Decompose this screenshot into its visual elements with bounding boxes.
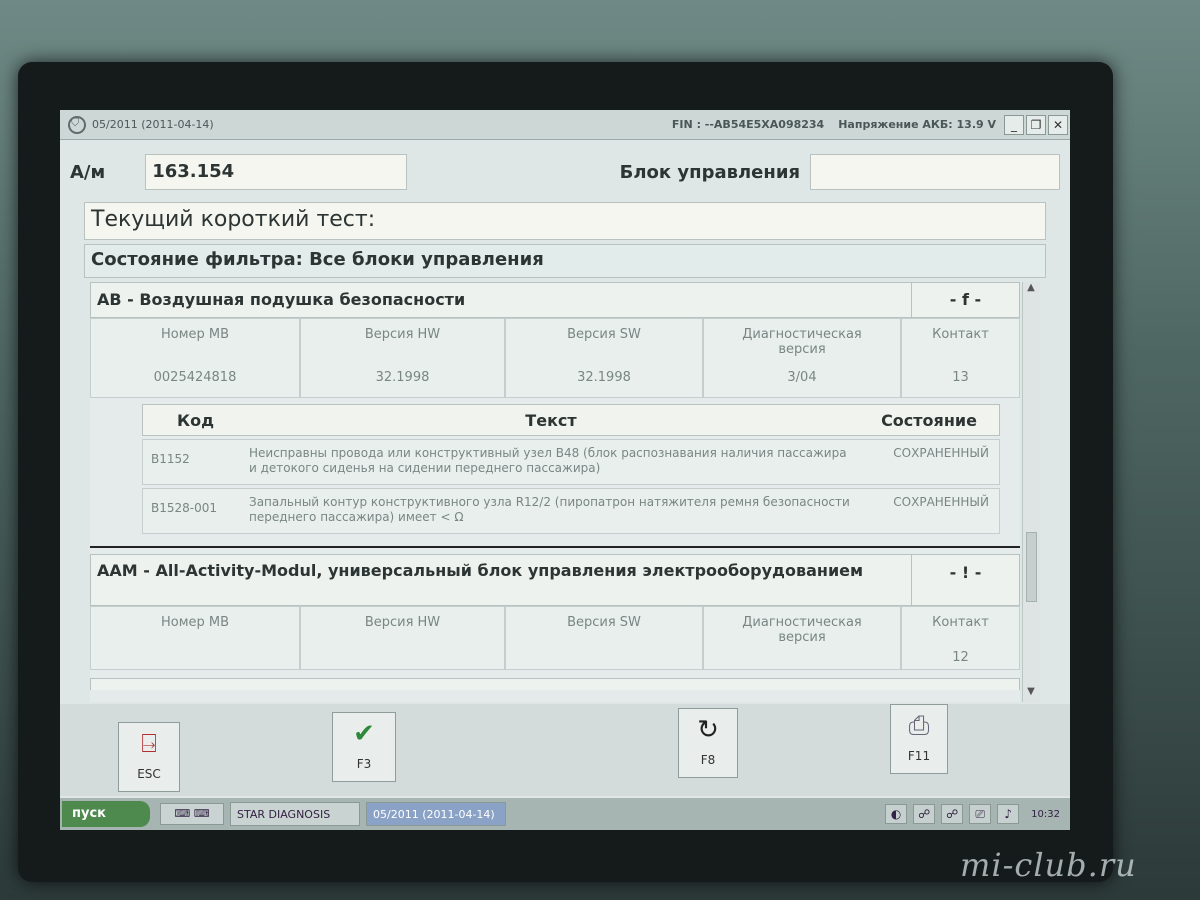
fault-code: B1152 (151, 452, 190, 466)
start-button[interactable]: пуск (62, 801, 150, 827)
info-header: Диагностическая версия (742, 615, 862, 645)
fault-state: СОХРАНЕННЫЙ (893, 446, 989, 460)
f3-button[interactable]: ✔ F3 (332, 712, 396, 782)
scroll-down-icon[interactable]: ▼ (1023, 686, 1039, 702)
fault-text: Запальный контур конструктивного узла R1… (249, 495, 850, 524)
unit-block-aam: AAM - All-Activity-Modul, универсальный … (90, 554, 1020, 690)
f3-label: F3 (356, 757, 372, 771)
f8-label: F8 (700, 753, 716, 767)
info-cell-sw-version: Версия SW 32.1998 (505, 318, 703, 398)
fin-label: FIN : --AB54E5XA098234 (671, 118, 825, 131)
info-value: 0025424818 (153, 370, 237, 385)
unit-name: AB - Воздушная подушка безопасности (97, 290, 466, 309)
fault-code-row[interactable]: B1152 Неисправны провода или конструктив… (142, 439, 1000, 485)
header-fields: А/м 163.154 Блок управления (70, 150, 1060, 194)
info-cell-mb-number: Номер MB (90, 606, 300, 670)
tray-app-icon[interactable]: ☍ (941, 804, 964, 824)
info-cell-diag-version: Диагностическая версия 3/04 (703, 318, 901, 398)
esc-button[interactable]: ⍈ ESC (118, 722, 180, 792)
next-unit-partial (90, 678, 1020, 690)
code-col-header: Код (177, 411, 214, 430)
watermark: mi-club.ru (960, 846, 1137, 884)
close-button[interactable]: ✕ (1048, 114, 1068, 135)
system-tray: ◐ ☍ ☍ ⎚ ♪ 10:32 (885, 804, 1060, 824)
printer-icon: ⎙ (908, 711, 930, 741)
f11-label: F11 (907, 749, 931, 763)
tray-app-icon[interactable]: ◐ (885, 804, 908, 824)
battery-voltage: Напряжение АКБ: 13.9 V (838, 118, 996, 131)
control-unit-field[interactable] (810, 154, 1060, 190)
info-value: 32.1998 (577, 370, 631, 385)
unit-header-aam[interactable]: AAM - All-Activity-Modul, универсальный … (90, 554, 1020, 606)
fault-text: Неисправны провода или конструктивный уз… (249, 446, 847, 475)
control-unit-list[interactable]: AB - Воздушная подушка безопасности - f … (90, 282, 1020, 702)
fault-code: B1528-001 (151, 501, 218, 515)
unit-header-ab[interactable]: AB - Воздушная подушка безопасности - f … (90, 282, 1020, 318)
vehicle-label: А/м (70, 161, 106, 183)
unit-name: AAM - All-Activity-Modul, универсальный … (97, 561, 864, 580)
info-cell-mb-number: Номер MB 0025424818 (90, 318, 300, 398)
info-cell-hw-version: Версия HW (300, 606, 505, 670)
scroll-thumb[interactable] (1026, 532, 1037, 602)
state-col-header: Состояние (881, 411, 977, 430)
info-value: 32.1998 (375, 370, 430, 385)
taskbar: пуск ⌨ ⌨ STAR DIAGNOSIS 05/2011 (2011-04… (60, 798, 1070, 830)
info-header: Версия HW (364, 615, 441, 630)
list-scrollbar[interactable]: ▲ ▼ (1022, 282, 1040, 702)
tray-network-icon[interactable]: ⎚ (969, 804, 992, 824)
taskbar-item-session[interactable]: 05/2011 (2011-04-14) (366, 802, 506, 826)
function-key-bar: ⍈ ESC ✔ F3 ↻ F8 ⎙ F11 (60, 704, 1070, 796)
info-header: Контакт (932, 327, 989, 342)
title-bar: 05/2011 (2011-04-14) FIN : --AB54E5XA098… (60, 110, 1070, 140)
esc-label: ESC (137, 767, 161, 781)
minimize-button[interactable]: _ (1004, 114, 1024, 135)
vehicle-field[interactable]: 163.154 (145, 154, 408, 190)
info-header: Версия HW (364, 327, 441, 342)
info-cell-contact: Контакт 13 (901, 318, 1020, 398)
clock: 10:32 (1031, 808, 1060, 820)
unit-divider (90, 546, 1020, 548)
unit-info-row: Номер MB 0025424818 Версия HW 32.1998 Ве… (90, 318, 1020, 398)
text-col-header: Текст (525, 411, 577, 430)
mercedes-logo-icon (68, 115, 86, 134)
window-title: 05/2011 (2011-04-14) (92, 118, 214, 131)
scroll-up-icon[interactable]: ▲ (1023, 282, 1039, 298)
tray-volume-icon[interactable]: ♪ (997, 804, 1020, 824)
keyboard-icon[interactable]: ⌨ ⌨ (160, 803, 224, 825)
checkmark-icon: ✔ (353, 719, 375, 749)
filter-status: Состояние фильтра: Все блоки управления (84, 244, 1046, 278)
unit-status: - f - (911, 283, 1019, 317)
tray-app-icon[interactable]: ☍ (913, 804, 936, 824)
fault-code-row[interactable]: B1528-001 Запальный контур конструктивно… (142, 488, 1000, 534)
info-value: 12 (952, 650, 969, 665)
app-screen: 05/2011 (2011-04-14) FIN : --AB54E5XA098… (60, 110, 1070, 830)
f11-button[interactable]: ⎙ F11 (890, 704, 948, 774)
info-cell-hw-version: Версия HW 32.1998 (300, 318, 505, 398)
refresh-icon: ↻ (697, 715, 719, 745)
current-test-title: Текущий короткий тест: (84, 202, 1046, 240)
info-header: Версия SW (567, 327, 641, 342)
f8-button[interactable]: ↻ F8 (678, 708, 738, 778)
info-header: Номер MB (160, 615, 230, 630)
info-value: 13 (952, 370, 969, 385)
info-value: 3/04 (787, 370, 817, 385)
unit-status: - ! - (911, 555, 1019, 605)
info-header: Диагностическая версия (742, 327, 862, 357)
info-cell-contact: Контакт 12 (901, 606, 1020, 670)
maximize-button[interactable]: ❐ (1026, 114, 1046, 135)
info-header: Номер MB (160, 327, 230, 342)
fault-state: СОХРАНЕННЫЙ (893, 495, 989, 509)
fault-code-header: Код Текст Состояние (142, 404, 1000, 436)
info-cell-sw-version: Версия SW (505, 606, 703, 670)
info-header: Версия SW (567, 615, 641, 630)
control-unit-label: Блок управления (619, 161, 800, 183)
info-cell-diag-version: Диагностическая версия (703, 606, 901, 670)
fault-code-table: Код Текст Состояние B1152 Неисправны про… (142, 404, 1000, 534)
exit-door-icon: ⍈ (141, 729, 157, 759)
unit-info-row: Номер MB Версия HW Версия SW Диагностиче… (90, 606, 1020, 670)
taskbar-item-star-diagnosis[interactable]: STAR DIAGNOSIS (230, 802, 360, 826)
info-header: Контакт (932, 615, 989, 630)
